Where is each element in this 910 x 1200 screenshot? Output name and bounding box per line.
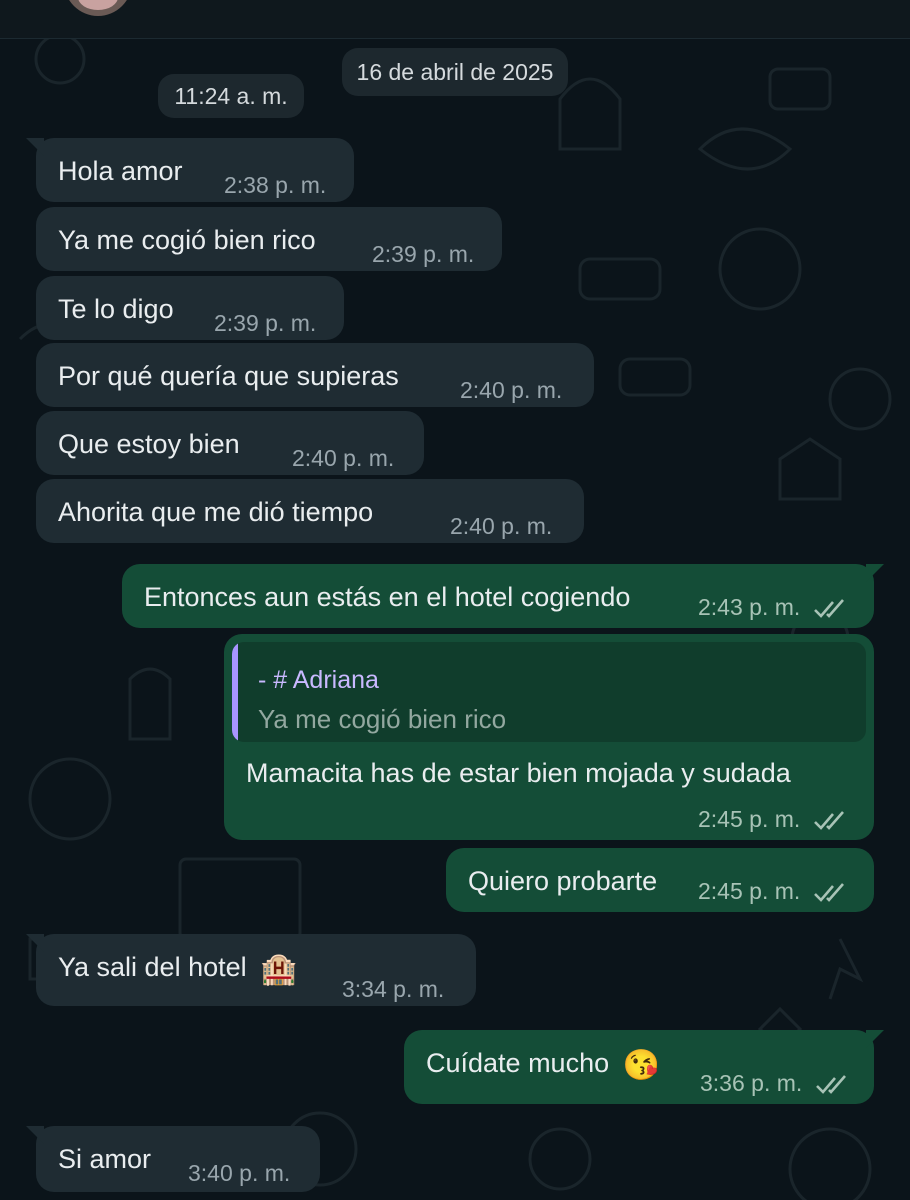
hotel-emoji-icon: 🏨: [260, 953, 298, 986]
date-label-text: 16 de abril de 2025: [356, 58, 554, 85]
message-text: Si amor: [58, 1144, 152, 1174]
message-outgoing[interactable]: Quiero probarte 2:45 p. m.: [446, 848, 874, 912]
date-label: 16 de abril de 2025: [342, 48, 568, 96]
message-text: Te lo digo: [58, 294, 174, 324]
message-incoming[interactable]: Que estoy bien 2:40 p. m.: [36, 411, 424, 475]
message-incoming[interactable]: Ya me cogió bien rico 2:39 p. m.: [36, 207, 502, 271]
quote-accent-bar: [232, 642, 238, 742]
double-check-icon: [813, 599, 844, 618]
message-incoming[interactable]: Hola amor 2:38 p. m.: [26, 138, 354, 202]
message-text: Quiero probarte: [468, 866, 658, 896]
quoted-message[interactable]: - # Adriana Ya me cogió bien rico: [232, 642, 866, 742]
chat-header: [0, 0, 910, 39]
message-time: 3:36 p. m.: [700, 1070, 803, 1096]
message-meta: 2:45 p. m.: [698, 806, 847, 833]
bubble-tail: [866, 564, 884, 582]
double-check-icon: [813, 811, 844, 830]
message-incoming[interactable]: Si amor 3:40 p. m.: [26, 1126, 320, 1192]
message-time: 2:40 p. m.: [292, 445, 395, 471]
message-text: Por qué quería que supieras: [58, 361, 399, 391]
message-time: 2:38 p. m.: [224, 172, 327, 198]
bubble-tail: [866, 1030, 884, 1048]
message-text: Hola amor: [58, 156, 183, 186]
message-outgoing[interactable]: Cuídate mucho 😘 3:36 p. m.: [404, 1030, 884, 1104]
timestamp-pill-text: 11:24 a. m.: [174, 82, 288, 109]
message-meta: 2:43 p. m.: [698, 594, 847, 621]
bubble-tail: [26, 1126, 44, 1144]
bubble-tail: [26, 138, 44, 156]
message-time: 2:39 p. m.: [372, 241, 475, 267]
bubble-tail: [26, 934, 44, 952]
quoted-text: Ya me cogió bien rico: [258, 704, 507, 734]
message-text: Cuídate mucho: [426, 1048, 610, 1078]
message-content: Ya sali del hotel 🏨: [58, 952, 298, 987]
timestamp-pill: 11:24 a. m.: [158, 74, 304, 118]
message-time: 2:45 p. m.: [698, 878, 801, 904]
message-text: Mamacita has de estar bien mojada y suda…: [246, 758, 791, 788]
quoted-sender: - # Adriana: [258, 666, 379, 694]
message-meta: 2:45 p. m.: [698, 878, 847, 905]
message-text: Ahorita que me dió tiempo: [58, 497, 374, 527]
message-text: Ya sali del hotel: [58, 952, 247, 982]
message-incoming[interactable]: Ya sali del hotel 🏨 3:34 p. m.: [26, 934, 476, 1006]
message-meta: 3:36 p. m.: [700, 1070, 849, 1097]
double-check-icon: [815, 1075, 846, 1094]
message-text: Ya me cogió bien rico: [58, 225, 316, 255]
message-content: Cuídate mucho 😘: [426, 1048, 660, 1083]
message-incoming[interactable]: Ahorita que me dió tiempo 2:40 p. m.: [36, 479, 584, 543]
message-outgoing-reply[interactable]: - # Adriana Ya me cogió bien rico Mamaci…: [224, 634, 874, 840]
message-outgoing[interactable]: Entonces aun estás en el hotel cogiendo …: [122, 564, 884, 628]
double-check-icon: [813, 883, 844, 902]
message-text: Que estoy bien: [58, 429, 240, 459]
message-incoming[interactable]: Te lo digo 2:39 p. m.: [36, 276, 344, 340]
message-text: Entonces aun estás en el hotel cogiendo: [144, 582, 631, 612]
message-time: 2:43 p. m.: [698, 594, 801, 620]
message-time: 3:40 p. m.: [188, 1160, 291, 1186]
message-time: 2:40 p. m.: [460, 377, 563, 403]
kiss-emoji-icon: 😘: [622, 1049, 660, 1082]
message-time: 3:34 p. m.: [342, 976, 445, 1002]
contact-avatar[interactable]: [64, 0, 132, 16]
message-time: 2:39 p. m.: [214, 310, 317, 336]
message-time: 2:45 p. m.: [698, 806, 801, 832]
message-time: 2:40 p. m.: [450, 513, 553, 539]
message-incoming[interactable]: Por qué quería que supieras 2:40 p. m.: [36, 343, 594, 407]
